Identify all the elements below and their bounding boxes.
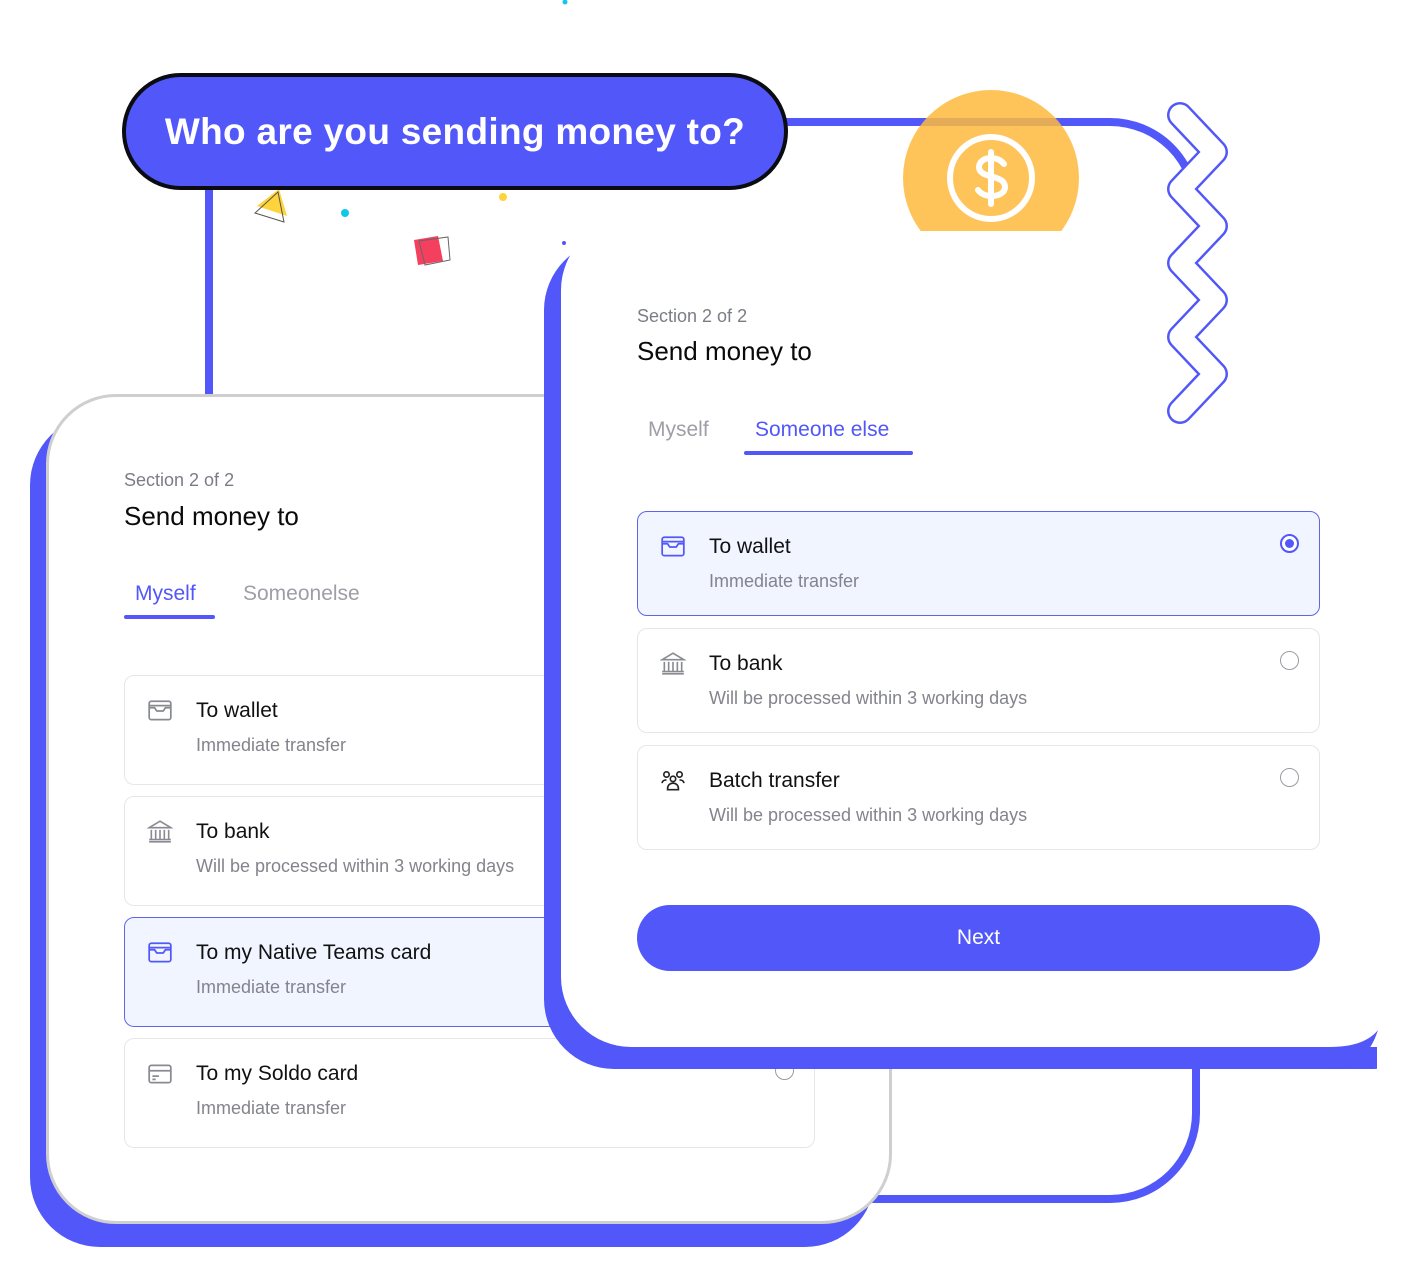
tab-underline: [124, 615, 215, 619]
option-title: To wallet: [709, 535, 791, 558]
next-button[interactable]: Next: [637, 905, 1320, 971]
option-subtitle: Immediate transfer: [196, 735, 347, 755]
radio-button-selected[interactable]: [1280, 534, 1299, 553]
tab-someone-else[interactable]: Someone else: [755, 418, 889, 442]
dot-blue: [562, 241, 566, 245]
section-label: Section 2 of 2: [637, 306, 748, 326]
tab-underline: [744, 451, 913, 455]
card-title: Send money to: [124, 501, 299, 531]
option-title: To wallet: [196, 699, 278, 722]
option-subtitle: Immediate transfer: [196, 977, 347, 997]
tab-myself[interactable]: Myself: [135, 582, 196, 606]
radio-button[interactable]: [1280, 651, 1299, 670]
option-batch-transfer[interactable]: Batch transfer Will be processed within …: [637, 745, 1320, 850]
option-subtitle: Will be processed within 3 working days: [709, 805, 1028, 825]
option-subtitle: Will be processed within 3 working days: [709, 688, 1028, 708]
wallet-icon: [147, 698, 173, 724]
dot-yellow: [499, 193, 507, 201]
canvas-edge: [1377, 0, 1410, 1266]
dollar-coin-icon: [903, 90, 1079, 231]
option-title: To bank: [196, 820, 270, 843]
option-title: To my Native Teams card: [196, 941, 432, 964]
users-group-icon: [660, 768, 686, 794]
tab-myself[interactable]: Myself: [648, 418, 709, 442]
square-red: [414, 236, 451, 266]
wallet-icon: [660, 534, 686, 560]
dot-cyan-top: [562, 0, 568, 5]
option-subtitle: Immediate transfer: [709, 571, 860, 591]
wallet-icon: [147, 940, 173, 966]
bank-icon: [146, 819, 174, 845]
dot-cyan: [341, 209, 349, 217]
bank-icon: [659, 651, 687, 677]
zigzag-decoration: [1167, 102, 1228, 424]
option-to-bank[interactable]: To bank Will be processed within 3 worki…: [637, 628, 1320, 733]
radio-button[interactable]: [1280, 768, 1299, 787]
triangle-yellow: [254, 189, 287, 223]
option-title: To bank: [709, 652, 783, 675]
section-label: Section 2 of 2: [124, 470, 235, 490]
tab-someone-else[interactable]: Someonelse: [243, 582, 360, 606]
headline-pill: Who are you sending money to?: [122, 73, 788, 190]
option-to-wallet[interactable]: To wallet Immediate transfer: [637, 511, 1320, 616]
option-title: Batch transfer: [709, 769, 840, 792]
front-card-corner: [1300, 1030, 1378, 1069]
credit-card-icon: [147, 1061, 173, 1087]
option-title: To my Soldo card: [196, 1062, 359, 1085]
option-subtitle: Will be processed within 3 working days: [196, 856, 515, 876]
option-subtitle: Immediate transfer: [196, 1098, 347, 1118]
card-title: Send money to: [637, 336, 812, 366]
